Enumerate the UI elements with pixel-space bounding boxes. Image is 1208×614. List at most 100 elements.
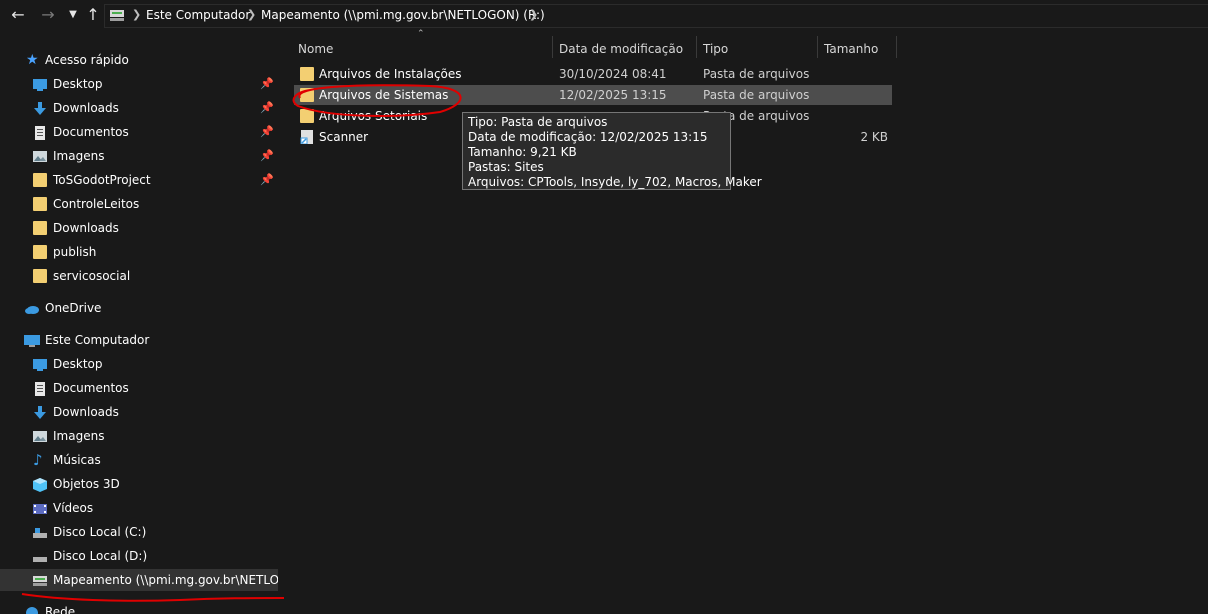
sidebar-item-quick-access[interactable]: ★ Acesso rápido <box>0 49 278 71</box>
column-header-name[interactable]: Nome <box>298 36 333 62</box>
sidebar-item-publish[interactable]: publish <box>0 241 278 263</box>
sidebar-item-label: Imagens <box>53 149 105 163</box>
sidebar-item-imagens[interactable]: Imagens 📌 <box>0 145 278 167</box>
document-icon <box>33 381 47 396</box>
file-date: 30/10/2024 08:41 <box>559 67 667 81</box>
sidebar-item-pc-imagens[interactable]: Imagens <box>0 425 278 447</box>
folder-icon <box>33 173 47 187</box>
sidebar-item-onedrive[interactable]: OneDrive <box>0 297 278 319</box>
sidebar-item-pc-desktop[interactable]: Desktop <box>0 353 278 375</box>
file-type: Pasta de arquivos <box>703 88 810 102</box>
sidebar-item-label: Documentos <box>53 125 129 139</box>
pictures-icon <box>33 429 47 443</box>
sidebar-item-label: Rede <box>45 605 76 614</box>
sidebar-item-pc-downloads[interactable]: Downloads <box>0 401 278 423</box>
sidebar-item-servicosocial[interactable]: servicosocial <box>0 265 278 287</box>
folder-icon <box>300 109 314 123</box>
breadcrumb-current-drive[interactable]: Mapeamento (\\pmi.mg.gov.br\NETLOGON) (R… <box>261 8 545 22</box>
tooltip-type: Tipo: Pasta de arquivos <box>468 115 608 129</box>
file-name: Arquivos de Sistemas <box>319 88 449 102</box>
column-divider[interactable] <box>696 36 697 58</box>
video-icon <box>33 501 47 515</box>
arrow-up-icon[interactable]: ↑ <box>82 4 104 26</box>
sidebar-item-downloads-folder[interactable]: Downloads <box>0 217 278 239</box>
sidebar-item-label: Acesso rápido <box>45 53 129 67</box>
sidebar-item-label: Mapeamento (\\pmi.mg.gov.br\NETLOGO <box>53 573 278 587</box>
sidebar-item-label: publish <box>53 245 97 259</box>
sidebar-item-label: ToSGodotProject <box>53 173 151 187</box>
tooltip-folders: Pastas: Sites <box>468 160 544 174</box>
sidebar-item-label: Imagens <box>53 429 105 443</box>
file-name: Arquivos Setoriais <box>319 109 428 123</box>
column-divider[interactable] <box>817 36 818 58</box>
sidebar-item-label: Downloads <box>53 405 119 419</box>
folder-icon <box>33 197 47 211</box>
column-divider[interactable] <box>896 36 897 58</box>
file-list-pane: ⌃ Nome Data de modificação Tipo Tamanho … <box>278 29 1208 614</box>
sidebar-item-label: OneDrive <box>45 301 102 315</box>
sidebar-item-label: Downloads <box>53 101 119 115</box>
star-icon: ★ <box>26 52 39 68</box>
file-name: Scanner <box>319 130 369 144</box>
file-row[interactable]: Arquivos de Instalações 30/10/2024 08:41… <box>294 64 892 84</box>
address-bar[interactable]: ❯ Este Computador ❯ Mapeamento (\\pmi.mg… <box>104 4 1208 28</box>
column-header-type[interactable]: Tipo <box>703 36 728 62</box>
sidebar-item-pc-disco-d[interactable]: Disco Local (D:) <box>0 545 278 567</box>
folder-icon <box>33 245 47 259</box>
computer-icon <box>24 333 40 347</box>
document-icon <box>33 125 47 140</box>
sidebar-item-downloads[interactable]: Downloads 📌 <box>0 97 278 119</box>
file-size: 2 KB <box>860 130 888 144</box>
breadcrumb-separator-icon: ❯ <box>132 8 142 21</box>
file-row[interactable]: Arquivos de Sistemas 12/02/2025 13:15 Pa… <box>294 85 892 105</box>
sidebar-item-label: Documentos <box>53 381 129 395</box>
sidebar-item-label: Downloads <box>53 221 119 235</box>
sidebar-item-pc-musicas[interactable]: ♪ Músicas <box>0 449 278 471</box>
tooltip-modified: Data de modificação: 12/02/2025 13:15 <box>468 130 708 144</box>
chevron-down-icon[interactable]: ▼ <box>62 4 84 26</box>
file-type: Pasta de arquivos <box>703 67 810 81</box>
cloud-icon <box>24 301 39 315</box>
pin-icon[interactable]: 📌 <box>260 73 274 95</box>
column-divider[interactable] <box>552 36 553 58</box>
music-icon: ♪ <box>33 451 43 469</box>
column-header-date[interactable]: Data de modificação <box>559 36 683 62</box>
sidebar-item-pc-videos[interactable]: Vídeos <box>0 497 278 519</box>
sort-ascending-icon: ⌃ <box>417 29 425 39</box>
pin-icon[interactable]: 📌 <box>260 169 274 191</box>
folder-icon <box>33 269 47 283</box>
sidebar-item-documentos[interactable]: Documentos 📌 <box>0 121 278 143</box>
tooltip-files: Arquivos: CPTools, Insyde, ly_702, Macro… <box>468 175 762 189</box>
pin-icon[interactable]: 📌 <box>260 97 274 119</box>
network-drive-icon <box>110 10 124 21</box>
sidebar-item-pc-documentos[interactable]: Documentos <box>0 377 278 399</box>
sidebar-item-pc-disco-c[interactable]: Disco Local (C:) <box>0 521 278 543</box>
download-icon <box>33 405 47 419</box>
arrow-right-icon[interactable]: → <box>37 4 59 26</box>
sidebar-item-tosgodotproject[interactable]: ToSGodotProject 📌 <box>0 169 278 191</box>
sidebar-item-label: Vídeos <box>53 501 94 515</box>
network-drive-icon <box>33 573 47 587</box>
arrow-left-icon[interactable]: ← <box>7 4 29 26</box>
folder-icon <box>33 221 47 235</box>
sidebar-item-controleleitos[interactable]: ControleLeitos <box>0 193 278 215</box>
sidebar-item-label: Este Computador <box>45 333 150 347</box>
folder-icon <box>300 67 314 81</box>
folder-icon <box>300 88 314 102</box>
desktop-icon <box>33 357 47 371</box>
breadcrumb-this-pc[interactable]: Este Computador <box>146 8 250 22</box>
sidebar-item-label: Disco Local (C:) <box>53 525 147 539</box>
sidebar-item-pc-objetos-3d[interactable]: Objetos 3D <box>0 473 278 495</box>
sidebar-item-this-pc[interactable]: Este Computador <box>0 329 278 351</box>
breadcrumb-separator-icon: ❯ <box>247 8 257 21</box>
breadcrumb-separator-icon[interactable]: ❯ <box>529 8 538 21</box>
pin-icon[interactable]: 📌 <box>260 145 274 167</box>
sidebar-item-label: Disco Local (D:) <box>53 549 148 563</box>
sidebar-item-desktop[interactable]: Desktop 📌 <box>0 73 278 95</box>
file-tooltip: Tipo: Pasta de arquivos Data de modifica… <box>462 112 762 190</box>
column-header-size[interactable]: Tamanho <box>824 36 878 62</box>
sidebar-item-pc-mapeamento[interactable]: Mapeamento (\\pmi.mg.gov.br\NETLOGO <box>0 569 278 591</box>
sidebar-item-network[interactable]: Rede <box>0 601 278 614</box>
pin-icon[interactable]: 📌 <box>260 121 274 143</box>
network-icon <box>24 605 38 614</box>
